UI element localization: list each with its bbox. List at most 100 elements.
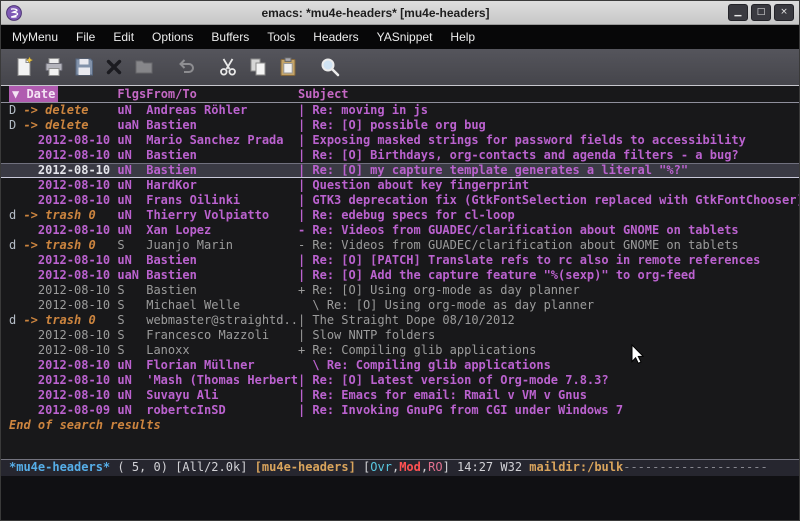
message-row[interactable]: 2012-08-10 uN 'Mash (Thomas Herbert) | R… — [1, 373, 799, 388]
row-flags: uN — [117, 178, 146, 193]
row-from: Thierry Volpiatto — [146, 208, 298, 223]
row-flags: uN — [117, 208, 146, 223]
modeline-bufname: *mu4e-headers* — [9, 460, 110, 474]
row-mark — [9, 328, 23, 343]
row-mark — [9, 178, 23, 193]
message-row[interactable]: 2012-08-10 uN Suvayu Ali | Re: Emacs for… — [1, 388, 799, 403]
row-mark: d — [9, 238, 23, 253]
cut-button[interactable] — [213, 52, 243, 82]
row-date: 2012-08-10 — [23, 283, 117, 298]
mouse-cursor — [631, 344, 645, 365]
row-date: 2012-08-10 — [23, 268, 117, 283]
message-row[interactable]: 2012-08-10 S Lanoxx + Re: Compiling glib… — [1, 343, 799, 358]
paste-button[interactable] — [273, 52, 303, 82]
modeline-dashes: -------------------- — [623, 460, 768, 474]
new-file-button[interactable] — [9, 52, 39, 82]
menu-item-tools[interactable]: Tools — [258, 30, 304, 44]
menu-item-buffers[interactable]: Buffers — [202, 30, 258, 44]
row-subject: | Re: [O] possible org bug — [298, 118, 799, 133]
modeline-ro: RO — [428, 460, 442, 474]
row-flags: S — [117, 298, 146, 313]
message-row[interactable]: 2012-08-10 uN HardKor | Question about k… — [1, 178, 799, 193]
row-subject: - Re: Videos from GUADEC/clarification a… — [298, 238, 799, 253]
title-bar[interactable]: emacs: *mu4e-headers* [mu4e-headers] ▁ □… — [1, 1, 799, 25]
message-row[interactable]: 2012-08-10 uN Bastien | Re: [O] Birthday… — [1, 148, 799, 163]
menu-item-file[interactable]: File — [67, 30, 104, 44]
row-from: Xan Lopez — [146, 223, 298, 238]
new-file-icon — [13, 56, 35, 78]
column-header-subject[interactable]: Subject — [298, 86, 799, 102]
column-header-flags[interactable]: Flgs — [117, 86, 146, 102]
menu-item-yasnippet[interactable]: YASnippet — [368, 30, 442, 44]
save-button[interactable] — [69, 52, 99, 82]
message-row[interactable]: 2012-08-10 uN Mario Sanchez Prada | Expo… — [1, 133, 799, 148]
cut-icon — [217, 56, 239, 78]
row-date: 2012-08-10 — [23, 343, 117, 358]
menu-item-edit[interactable]: Edit — [104, 30, 143, 44]
message-row[interactable]: 2012-08-10 S Michael Welle \ Re: [O] Usi… — [1, 298, 799, 313]
close-button[interactable]: × — [774, 4, 794, 21]
row-from: Lanoxx — [146, 343, 298, 358]
row-subject: - Re: Videos from GUADEC/clarification a… — [298, 223, 799, 238]
row-from: Bastien — [146, 283, 298, 298]
echo-area[interactable] — [1, 476, 799, 521]
row-from: Mario Sanchez Prada — [146, 133, 298, 148]
row-date: 2012-08-10 — [23, 148, 117, 163]
modeline-maildir: maildir:/bulk — [529, 460, 623, 474]
row-flags: uN — [117, 193, 146, 208]
row-subject: | Re: [O] Birthdays, org-contacts and ag… — [298, 148, 799, 163]
print-button[interactable] — [39, 52, 69, 82]
row-from: Florian Müllner — [146, 358, 298, 373]
row-date: -> trash 0 — [23, 208, 117, 223]
message-row[interactable]: 2012-08-10 uN Bastien | Re: [O] [PATCH] … — [1, 253, 799, 268]
menu-item-mymenu[interactable]: MyMenu — [3, 30, 67, 44]
row-date: 2012-08-10 — [23, 163, 117, 178]
row-flags: uN — [117, 253, 146, 268]
message-row[interactable]: d -> trash 0 S webmaster@straightd... | … — [1, 313, 799, 328]
message-row[interactable]: 2012-08-10 uN Frans Oilinki | GTK3 depre… — [1, 193, 799, 208]
sort-column-date[interactable]: ▼ Date — [9, 86, 58, 102]
row-subject: | Re: edebug specs for cl-loop — [298, 208, 799, 223]
kill-buffer-icon — [103, 56, 125, 78]
row-flags: uN — [117, 223, 146, 238]
end-of-results: End of search results — [1, 418, 799, 433]
row-date: 2012-08-10 — [23, 328, 117, 343]
row-subject: | Re: Emacs for email: Rmail v VM v Gnus — [298, 388, 799, 403]
row-mark — [9, 403, 23, 418]
maximize-icon: □ — [757, 7, 766, 17]
row-from: Francesco Mazzoli — [146, 328, 298, 343]
row-from: Suvayu Ali — [146, 388, 298, 403]
menu-item-help[interactable]: Help — [441, 30, 484, 44]
menu-item-options[interactable]: Options — [143, 30, 202, 44]
column-header-from[interactable]: From/To — [146, 86, 298, 102]
message-row[interactable]: D -> delete uN Andreas Röhler | Re: movi… — [1, 103, 799, 118]
message-row[interactable]: 2012-08-10 uaN Bastien | Re: [O] Add the… — [1, 268, 799, 283]
row-mark: D — [9, 103, 23, 118]
message-row[interactable]: 2012-08-10 uN Bastien | Re: [O] my captu… — [1, 163, 799, 178]
message-row[interactable]: D -> delete uaN Bastien | Re: [O] possib… — [1, 118, 799, 133]
copy-button[interactable] — [243, 52, 273, 82]
menu-item-headers[interactable]: Headers — [304, 30, 367, 44]
minimize-button[interactable]: ▁ — [728, 4, 748, 21]
mode-line[interactable]: *mu4e-headers* ( 5, 0) [All/2.0k] [mu4e-… — [1, 459, 799, 476]
row-date: -> delete — [23, 118, 117, 133]
message-row[interactable]: d -> trash 0 S Juanjo Marin - Re: Videos… — [1, 238, 799, 253]
undo-button[interactable] — [171, 52, 201, 82]
message-row[interactable]: 2012-08-09 uN robertcInSD | Re: Invoking… — [1, 403, 799, 418]
kill-buffer-button[interactable] — [99, 52, 129, 82]
message-row[interactable]: d -> trash 0 uN Thierry Volpiatto | Re: … — [1, 208, 799, 223]
row-date: 2012-08-10 — [23, 388, 117, 403]
message-row[interactable]: 2012-08-10 S Francesco Mazzoli | Slow NN… — [1, 328, 799, 343]
message-row[interactable]: 2012-08-10 uN Florian Müllner \ Re: Comp… — [1, 358, 799, 373]
row-mark — [9, 388, 23, 403]
message-row[interactable]: 2012-08-10 S Bastien + Re: [O] Using org… — [1, 283, 799, 298]
close-icon: × — [780, 7, 788, 17]
message-row[interactable]: 2012-08-10 uN Xan Lopez - Re: Videos fro… — [1, 223, 799, 238]
maximize-button[interactable]: □ — [751, 4, 771, 21]
search-button[interactable] — [315, 52, 345, 82]
row-mark: d — [9, 208, 23, 223]
row-from: Bastien — [146, 163, 298, 178]
folder-button[interactable] — [129, 52, 159, 82]
modeline-mod: Mod — [399, 460, 421, 474]
row-mark — [9, 298, 23, 313]
